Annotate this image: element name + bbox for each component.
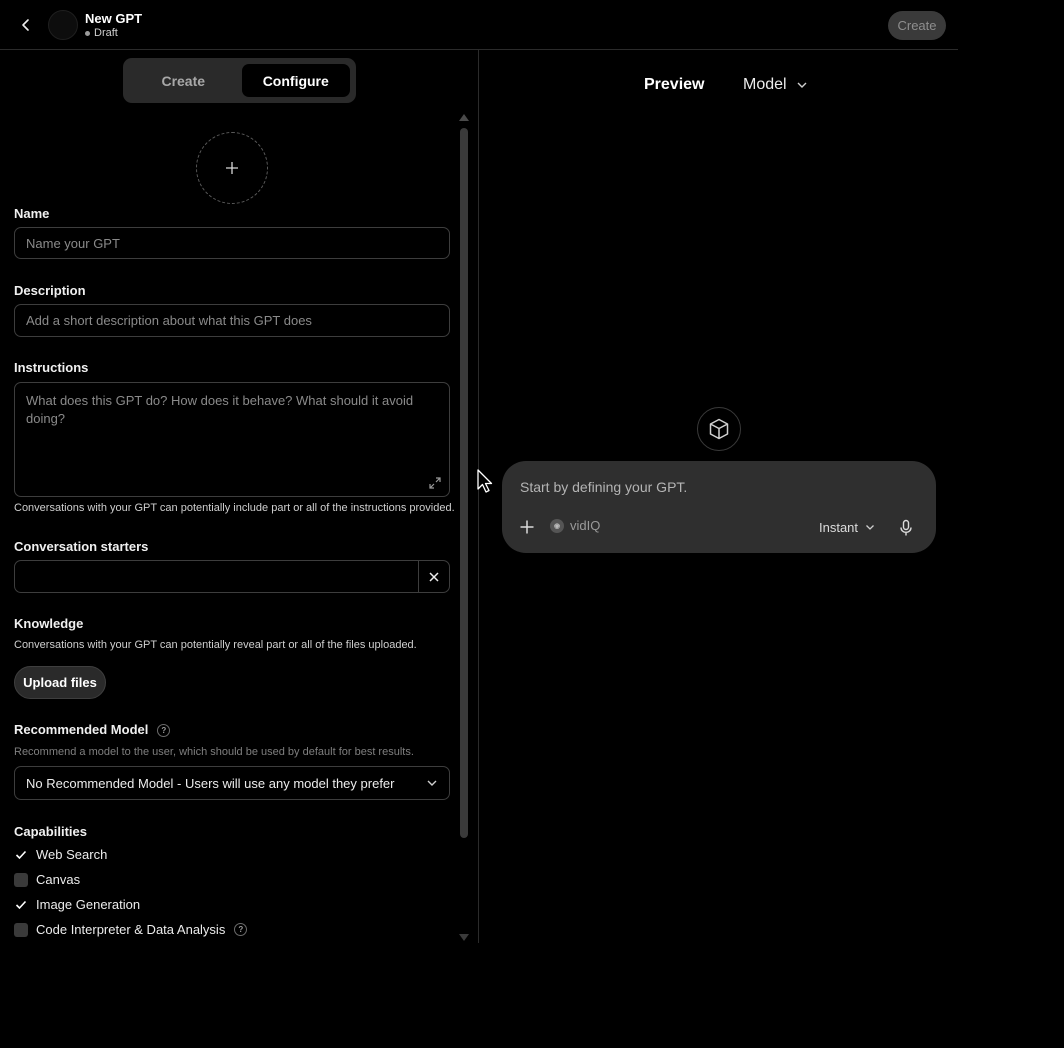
plus-icon [226,162,238,174]
mode-switch: Create Configure [123,58,356,103]
recommended-model-select[interactable]: No Recommended Model - Users will use an… [14,766,450,800]
checkbox[interactable] [14,872,28,887]
knowledge-label: Knowledge [14,616,84,631]
preview-title: Preview [644,76,705,93]
editor-pane: Create Configure Name Description Instru… [0,50,479,943]
recommended-model-label: Recommended Model [14,722,149,737]
checkbox[interactable] [14,922,28,937]
capability-web-search[interactable]: Web Search [14,847,107,862]
scroll-thumb[interactable] [460,128,468,838]
mouse-cursor-icon [477,469,493,493]
close-icon [429,571,439,582]
chevron-down-icon [797,82,807,88]
name-label: Name [14,206,50,221]
starter-input[interactable] [15,561,418,592]
capability-label: Canvas [36,872,81,887]
chevron-down-icon [866,525,874,530]
speed-label: Instant [819,520,859,535]
plus-icon[interactable] [519,519,535,535]
back-button[interactable] [16,14,36,36]
gpt-placeholder-avatar [697,407,741,451]
vidiq-logo-icon: ◉ [550,518,564,533]
speed-dropdown[interactable]: Instant [819,520,875,535]
description-label: Description [14,283,86,298]
starters-label: Conversation starters [14,539,149,554]
capability-label: Code Interpreter & Data Analysis [36,922,226,937]
recommended-model-label-row: Recommended Model? [14,722,171,738]
tab-create[interactable]: Create [129,64,238,97]
scroll-down-arrow[interactable] [459,934,469,941]
model-label: Model [743,76,787,93]
instructions-input[interactable] [14,382,450,497]
chevron-down-icon [427,780,437,786]
tool-label: vidIQ [570,518,601,533]
capability-label: Web Search [36,847,108,862]
check-icon[interactable] [14,848,28,862]
avatar-upload-button[interactable] [196,132,268,204]
tool-chip[interactable]: ◉ vidIQ [550,518,600,533]
check-icon[interactable] [14,898,28,912]
question-icon[interactable]: ? [157,724,171,738]
top-bar: New GPT Draft Create [0,0,958,50]
status-dot [85,30,90,36]
gpt-title: New GPT [85,11,143,26]
capability-image-generation[interactable]: Image Generation [14,897,140,912]
instructions-hint: Conversations with your GPT can potentia… [14,502,455,514]
capability-canvas[interactable]: Canvas [14,872,80,887]
starter-row [14,560,450,593]
knowledge-hint: Conversations with your GPT can potentia… [14,639,417,651]
scrollbar[interactable] [459,114,469,944]
model-dropdown[interactable]: Model [743,76,808,94]
name-input[interactable] [14,227,450,259]
recommended-model-value: No Recommended Model - Users will use an… [26,775,395,791]
capability-code-interpreter[interactable]: Code Interpreter & Data Analysis ? [14,922,248,937]
upload-files-button[interactable]: Upload files [14,666,106,699]
capability-label: Image Generation [36,897,141,912]
gpt-avatar [48,10,78,40]
capabilities-label: Capabilities [14,824,87,839]
microphone-icon[interactable] [898,519,914,537]
description-input[interactable] [14,304,450,337]
create-button[interactable]: Create [888,11,946,40]
expand-icon[interactable] [428,476,442,490]
remove-starter-button[interactable] [418,561,449,592]
chevron-left-icon [22,19,29,31]
recommended-model-hint: Recommend a model to the user, which sho… [14,746,414,758]
tab-configure[interactable]: Configure [241,64,350,97]
status-label: Draft [94,27,118,39]
gpt-status: Draft [85,27,118,39]
question-icon[interactable]: ? [234,923,248,936]
composer-placeholder[interactable]: Start by defining your GPT. [520,479,687,495]
instructions-label: Instructions [14,360,89,375]
preview-composer[interactable]: Start by defining your GPT. ◉ vidIQ Inst… [502,461,936,553]
cube-icon [709,418,729,440]
scroll-up-arrow[interactable] [459,114,469,121]
